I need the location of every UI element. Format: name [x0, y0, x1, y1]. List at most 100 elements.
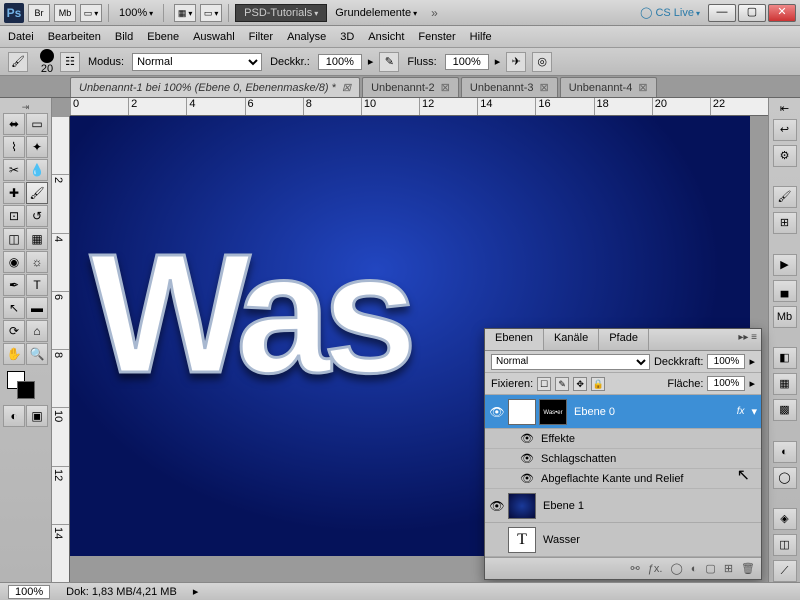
arrow-icon[interactable]: ▸ [749, 355, 755, 368]
effect-item[interactable]: 👁Abgeflachte Kante und Relief [485, 469, 761, 489]
fx-badge[interactable]: fx [737, 406, 745, 417]
workspace-brand[interactable]: PSD-Tutorials [235, 4, 327, 22]
minibridge-icon[interactable]: Mb [54, 4, 76, 22]
mask-thumb[interactable]: Was•er [539, 399, 567, 425]
tab-ebenen[interactable]: Ebenen [485, 329, 544, 350]
blend-mode-select[interactable]: Normal [132, 53, 262, 71]
histogram-icon[interactable]: ▄ [773, 280, 797, 302]
close-icon[interactable]: ⊠ [342, 81, 351, 94]
dodge-tool[interactable]: ☼ [26, 251, 48, 273]
close-icon[interactable]: ⊠ [540, 81, 549, 94]
cs-live-button[interactable]: CS Live [640, 6, 700, 19]
tab-kanaele[interactable]: Kanäle [544, 329, 599, 350]
opacity-arrow-icon[interactable]: ▸ [368, 55, 374, 68]
tool-preset-icon[interactable]: 🖌 [8, 52, 28, 72]
actions-icon[interactable]: ⚙ [773, 145, 797, 167]
gradient-tool[interactable]: ▦ [26, 228, 48, 250]
minimize-button[interactable]: — [708, 4, 736, 22]
visibility-icon[interactable]: 👁 [489, 499, 505, 513]
lasso-tool[interactable]: ⌇ [3, 136, 25, 158]
fill-input[interactable]: 100% [707, 376, 745, 391]
screenmode2-icon[interactable]: ▭ [200, 4, 222, 22]
color-swatch[interactable] [3, 371, 48, 401]
layer-thumb[interactable]: T [508, 527, 536, 553]
panel-menu-icon[interactable]: ▸▸ ≡ [738, 332, 757, 343]
menu-ebene[interactable]: Ebene [147, 31, 179, 43]
menu-fenster[interactable]: Fenster [418, 31, 455, 43]
zoom-dropdown[interactable]: 100% [119, 7, 153, 19]
app-icon[interactable]: Ps [4, 3, 24, 23]
close-button[interactable]: ✕ [768, 4, 796, 22]
heal-tool[interactable]: ✚ [3, 182, 25, 204]
layer-row[interactable]: T Wasser [485, 523, 761, 557]
screenmode-icon[interactable]: ▣ [26, 405, 48, 427]
menu-filter[interactable]: Filter [249, 31, 273, 43]
doc-tab-1[interactable]: Unbenannt-1 bei 100% (Ebene 0, Ebenenmas… [70, 77, 360, 97]
doc-tab-4[interactable]: Unbenannt-4⊠ [560, 77, 657, 97]
adjust-icon[interactable]: ◐ [773, 441, 797, 463]
paths-icon[interactable]: ⟋ [773, 560, 797, 582]
lock-move-icon[interactable]: ✥ [573, 377, 587, 391]
layer-blend-select[interactable]: Normal [491, 354, 650, 370]
brushes-icon[interactable]: 🖌 [773, 186, 797, 208]
brush-preset[interactable]: 20 [40, 49, 54, 75]
layer-thumb[interactable] [508, 493, 536, 519]
new-layer-icon[interactable]: ⊞ [724, 562, 733, 575]
link-icon[interactable]: ⚯ [631, 562, 640, 575]
shape-tool[interactable]: ▬ [26, 297, 48, 319]
layers-icon[interactable]: ◈ [773, 508, 797, 530]
eraser-tool[interactable]: ◫ [3, 228, 25, 250]
visibility-icon[interactable]: 👁 [519, 472, 535, 485]
move-tool[interactable]: ⬌ [3, 113, 25, 135]
effect-item[interactable]: 👁Schlagschatten [485, 449, 761, 469]
tab-pfade[interactable]: Pfade [599, 329, 649, 350]
menu-hilfe[interactable]: Hilfe [470, 31, 492, 43]
menu-3d[interactable]: 3D [340, 31, 354, 43]
mask-icon[interactable]: ◯ [670, 562, 682, 575]
blur-tool[interactable]: ◉ [3, 251, 25, 273]
group-icon[interactable]: ▢ [705, 562, 715, 575]
status-arrow-icon[interactable]: ▸ [193, 585, 199, 598]
layer-row[interactable]: 👁 Ebene 1 [485, 489, 761, 523]
styles-icon[interactable]: ▩ [773, 399, 797, 421]
channels-icon[interactable]: ◫ [773, 534, 797, 556]
effects-row[interactable]: 👁Effekte [485, 429, 761, 449]
menu-bild[interactable]: Bild [115, 31, 133, 43]
visibility-icon[interactable]: 👁 [519, 432, 535, 445]
collapse-icon[interactable]: ⇥ [3, 102, 48, 113]
arrow-icon[interactable]: ▸ [749, 377, 755, 390]
zoom-tool[interactable]: 🔍 [26, 343, 48, 365]
brush-tool[interactable]: 🖌 [26, 182, 48, 204]
wand-tool[interactable]: ✦ [26, 136, 48, 158]
layer-thumb[interactable] [508, 399, 536, 425]
layer-name[interactable]: Wasser [539, 534, 757, 546]
masks-icon[interactable]: ◯ [773, 467, 797, 489]
layer-opacity-input[interactable]: 100% [707, 354, 745, 369]
brush-panel-icon[interactable]: ☷ [60, 52, 80, 72]
flow-arrow-icon[interactable]: ▸ [495, 55, 501, 68]
history-brush-tool[interactable]: ↺ [26, 205, 48, 227]
maximize-button[interactable]: ▢ [738, 4, 766, 22]
type-tool[interactable]: T [26, 274, 48, 296]
fx-icon[interactable]: ƒx. [648, 563, 663, 575]
layer-name[interactable]: Ebene 1 [539, 500, 757, 512]
adjustment-icon[interactable]: ◐ [691, 563, 698, 575]
lock-paint-icon[interactable]: ✎ [555, 377, 569, 391]
doc-tab-2[interactable]: Unbenannt-2⊠ [362, 77, 459, 97]
doc-tab-3[interactable]: Unbenannt-3⊠ [461, 77, 558, 97]
ruler-vertical[interactable]: 2468101214 [52, 116, 70, 582]
minibridge2-icon[interactable]: Mb [773, 306, 797, 328]
3d-tool[interactable]: ⟳ [3, 320, 25, 342]
menu-bearbeiten[interactable]: Bearbeiten [48, 31, 101, 43]
pen-tool[interactable]: ✒ [3, 274, 25, 296]
trash-icon[interactable]: 🗑 [741, 562, 755, 575]
close-icon[interactable]: ⊠ [441, 81, 450, 94]
layer-row[interactable]: 👁 Was•er Ebene 0 fx ▾ [485, 395, 761, 429]
visibility-icon[interactable]: 👁 [519, 452, 535, 465]
menu-ansicht[interactable]: Ansicht [368, 31, 404, 43]
visibility-icon[interactable]: 👁 [489, 405, 505, 419]
lock-pixels-icon[interactable]: ☐ [537, 377, 551, 391]
color-icon[interactable]: ◧ [773, 347, 797, 369]
quickmask-icon[interactable]: ◐ [3, 405, 25, 427]
navigator-icon[interactable]: ▶ [773, 254, 797, 276]
